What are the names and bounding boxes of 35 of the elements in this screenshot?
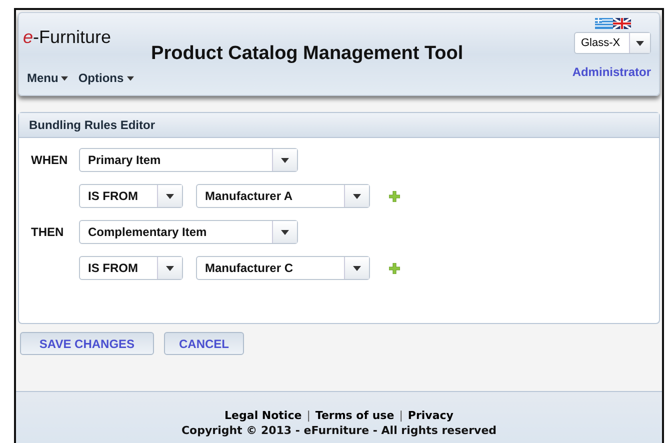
- operator-dropdown[interactable]: IS FROM: [79, 184, 183, 208]
- add-icon[interactable]: [389, 262, 400, 274]
- menu-item[interactable]: Menu: [27, 71, 68, 85]
- save-button[interactable]: SAVE CHANGES: [20, 332, 154, 355]
- caret-icon: [166, 266, 174, 270]
- caret-icon: [281, 230, 289, 234]
- value-dropdown[interactable]: Manufacturer A: [196, 184, 370, 208]
- app-title: Product Catalog Management Tool: [151, 43, 464, 65]
- rule-label: WHEN: [31, 153, 69, 167]
- value-dropdown[interactable]: Manufacturer C: [196, 256, 370, 280]
- caret-icon: [126, 76, 134, 80]
- copyright-text: Copyright © 2013 - eFurniture - All rights reserved: [181, 424, 497, 437]
- footer-link[interactable]: Legal Notice: [224, 409, 302, 422]
- caret-icon: [166, 194, 174, 198]
- separator: |: [399, 409, 403, 422]
- uk-flag-icon[interactable]: [612, 18, 630, 29]
- panel-title: Bundling Rules Editor: [19, 113, 659, 138]
- logo: e-Furniture: [23, 27, 112, 48]
- menu-item[interactable]: Options: [78, 71, 134, 85]
- add-icon[interactable]: [389, 190, 400, 202]
- theme-select[interactable]: Glass-X: [574, 32, 651, 54]
- caret-icon: [61, 76, 68, 80]
- separator: |: [306, 409, 310, 422]
- caret-icon: [353, 194, 361, 198]
- item-dropdown[interactable]: Complementary Item: [79, 220, 298, 244]
- cancel-button[interactable]: CANCEL: [164, 332, 244, 355]
- caret-icon: [353, 266, 361, 270]
- footer-link[interactable]: Privacy: [408, 409, 454, 422]
- caret-icon: [281, 158, 289, 162]
- footer-link[interactable]: Terms of use: [315, 409, 394, 422]
- operator-dropdown[interactable]: IS FROM: [79, 256, 183, 280]
- rule-label: THEN: [31, 225, 65, 239]
- user-link[interactable]: Administrator: [572, 65, 651, 79]
- caret-icon: [636, 40, 644, 46]
- item-dropdown[interactable]: Primary Item: [79, 148, 298, 172]
